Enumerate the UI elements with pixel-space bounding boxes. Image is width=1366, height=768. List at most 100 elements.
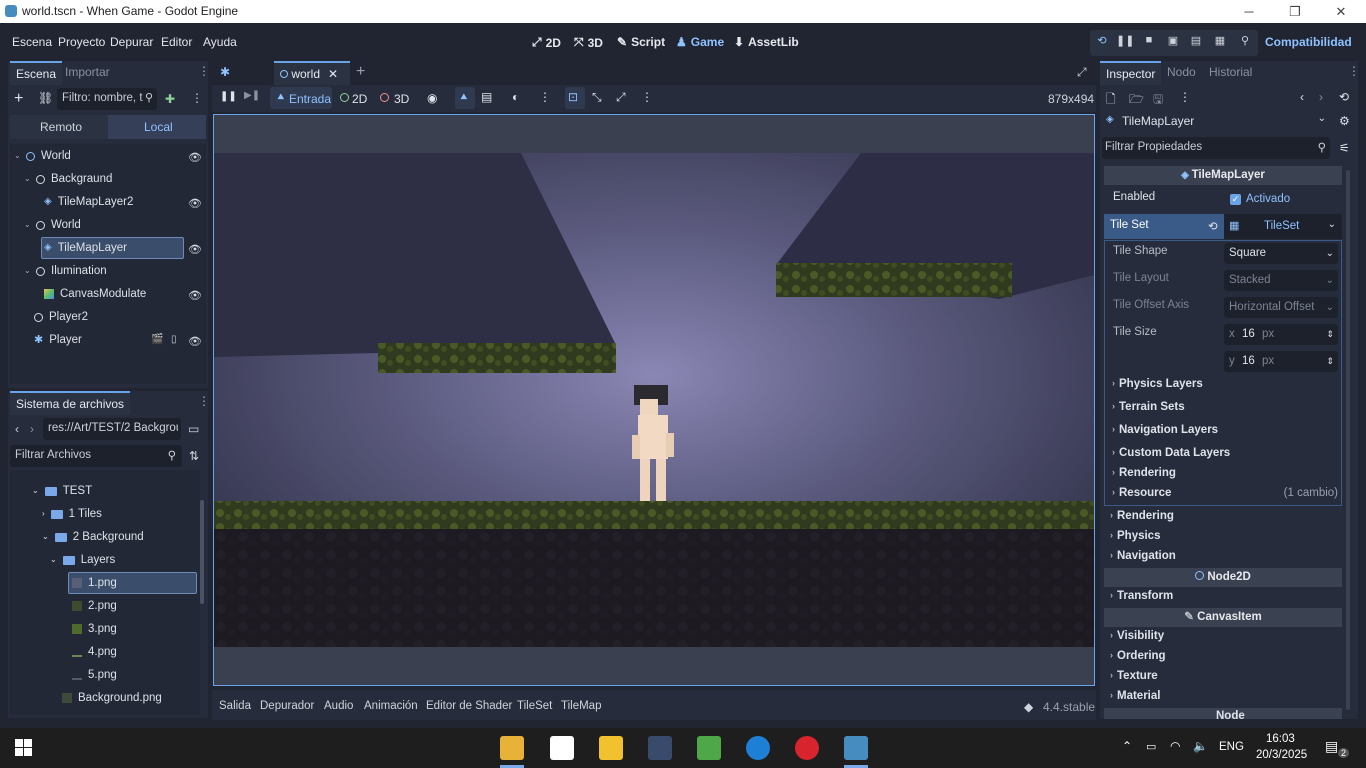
collapse-arrow-icon[interactable]: ⌄ bbox=[50, 549, 57, 571]
object-properties-icon[interactable]: ⚙ bbox=[1339, 114, 1350, 128]
movie-icon[interactable]: ▦ bbox=[1212, 34, 1228, 50]
workspace-script[interactable]: ✎ Script bbox=[617, 35, 665, 49]
split-mode-icon[interactable]: ▭ bbox=[188, 422, 199, 436]
fs-file-1-png[interactable]: 1.png bbox=[72, 572, 117, 594]
inspector-scrollbar[interactable] bbox=[1346, 170, 1350, 710]
section-visibility[interactable]: › Visibility bbox=[1104, 627, 1342, 647]
tab-audio[interactable]: Audio bbox=[324, 700, 353, 712]
section-tileset-rendering[interactable]: › Rendering bbox=[1104, 464, 1342, 484]
next-frame-icon[interactable]: ▶❚ bbox=[244, 90, 260, 101]
select-tool-icon[interactable]: ⯅ bbox=[459, 90, 469, 105]
menu-editor[interactable]: Editor bbox=[161, 35, 192, 49]
scene-filter-input[interactable]: Filtro: nombre, t ⚲ bbox=[57, 88, 157, 110]
opera-browser-icon[interactable] bbox=[795, 736, 819, 760]
section-navigation-layers[interactable]: › Navigation Layers bbox=[1104, 421, 1342, 441]
section-terrain-sets[interactable]: › Terrain Sets bbox=[1104, 398, 1342, 418]
path-field[interactable]: res://Art/TEST/2 Backgroun bbox=[43, 418, 181, 440]
file-filter-input[interactable]: Filtrar Archivos ⚲ bbox=[10, 445, 182, 467]
tab-inspector[interactable]: Inspector bbox=[1100, 61, 1162, 85]
fullscreen-icon[interactable]: ⤢ bbox=[616, 90, 626, 105]
tray-chevron-up-icon[interactable]: ⌃ bbox=[1122, 739, 1132, 753]
tree-node-player[interactable]: ✱ Player bbox=[34, 329, 204, 351]
renderer-label[interactable]: Compatibilidad bbox=[1265, 35, 1352, 49]
embed-window-icon[interactable]: ⊡ bbox=[568, 90, 578, 104]
filter-settings-icon[interactable]: ⚟ bbox=[1339, 141, 1350, 155]
property-filter-input[interactable]: Filtrar Propiedades ⚲ bbox=[1102, 137, 1330, 159]
sims-app-icon[interactable] bbox=[697, 736, 721, 760]
tree-node-world[interactable]: ⌄ World bbox=[24, 214, 204, 236]
update-spinner-icon[interactable]: ◆ bbox=[1024, 700, 1033, 714]
checkbox-checked-icon[interactable]: ✓ bbox=[1230, 194, 1241, 205]
scene-options-icon[interactable]: ⋮ bbox=[191, 91, 203, 105]
menu-proyecto[interactable]: Proyecto bbox=[58, 35, 105, 49]
collapse-arrow-icon[interactable]: ⌄ bbox=[14, 145, 26, 167]
tab-salida[interactable]: Salida bbox=[219, 700, 251, 712]
collapse-arrow-icon[interactable]: ⌄ bbox=[24, 214, 36, 236]
fs-folder-1-tiles[interactable]: › 1 Tiles bbox=[42, 503, 102, 525]
tree-node-player2[interactable]: Player2 bbox=[34, 306, 204, 328]
collapse-arrow-icon[interactable]: ⌄ bbox=[32, 480, 39, 502]
local-button[interactable]: Local bbox=[144, 120, 173, 134]
tree-node-canvasmodulate[interactable]: CanvasModulate bbox=[44, 283, 204, 305]
close-button[interactable]: ✕ bbox=[1318, 0, 1364, 23]
clock-date[interactable]: 20/3/2025 bbox=[1256, 749, 1307, 761]
section-custom-data-layers[interactable]: › Custom Data Layers bbox=[1104, 444, 1342, 464]
tab-historial[interactable]: Historial bbox=[1203, 61, 1258, 85]
collapse-arrow-icon[interactable]: ⌄ bbox=[42, 526, 49, 548]
remote-debug-icon[interactable]: ▣ bbox=[1165, 34, 1181, 50]
link-icon[interactable]: ⛓ bbox=[38, 91, 53, 105]
expand-arrow-icon[interactable]: › bbox=[42, 503, 45, 525]
section-resource[interactable]: › Resource (1 cambio) bbox=[1104, 484, 1342, 504]
close-tab-icon[interactable]: ✕ bbox=[328, 67, 338, 81]
volume-icon[interactable]: 🔈 bbox=[1193, 739, 1208, 753]
section-physics[interactable]: › Physics bbox=[1104, 527, 1342, 547]
chevron-down-icon[interactable]: ⌄ bbox=[1328, 219, 1336, 230]
remote-button[interactable]: Remoto bbox=[40, 120, 82, 134]
visibility-eye-icon[interactable]: 👁 bbox=[188, 335, 202, 348]
tab-importar[interactable]: Importar bbox=[59, 61, 116, 85]
mode-2d-button[interactable]: 2D bbox=[352, 92, 367, 106]
tab-escena[interactable]: Escena bbox=[10, 61, 63, 85]
history-icon[interactable]: ⟲ bbox=[1339, 90, 1349, 104]
scene-tab-world[interactable]: world ✕ bbox=[274, 61, 350, 85]
list-select-icon[interactable]: ▤ bbox=[481, 90, 492, 104]
save-resource-icon[interactable]: 🖫 bbox=[1153, 90, 1163, 111]
tile-shape-dropdown[interactable]: Square ⌄ bbox=[1224, 243, 1338, 264]
tab-animacion[interactable]: Animación bbox=[364, 700, 418, 712]
game-viewport[interactable] bbox=[213, 114, 1095, 686]
distraction-free-icon[interactable]: ⤢ bbox=[1077, 65, 1087, 80]
fs-folder-test[interactable]: ⌄ TEST bbox=[32, 480, 92, 502]
section-transform[interactable]: › Transform bbox=[1104, 587, 1342, 607]
visibility-eye-icon[interactable]: 👁 bbox=[188, 243, 202, 256]
tab-shader-editor[interactable]: Editor de Shader bbox=[426, 700, 512, 712]
tree-node-tilemaplayer2[interactable]: ◈ TileMapLayer2 bbox=[44, 191, 204, 213]
instance-icon[interactable]: 🎬 bbox=[151, 334, 163, 345]
fit-icon[interactable]: ⤡ bbox=[592, 90, 602, 105]
dock-menu-icon[interactable]: ⋮ bbox=[198, 64, 210, 78]
godot-app-icon[interactable] bbox=[844, 736, 868, 760]
more-options-icon[interactable]: ⋮ bbox=[539, 90, 551, 104]
attach-script-icon[interactable]: ✚ bbox=[165, 92, 175, 106]
workspace-assetlib[interactable]: ⬇ AssetLib bbox=[734, 35, 799, 49]
section-texture[interactable]: › Texture bbox=[1104, 667, 1342, 687]
script-attached-icon[interactable]: ▯ bbox=[171, 334, 177, 345]
pause-game-icon[interactable]: ❚❚ bbox=[220, 91, 237, 102]
player-app-icon[interactable] bbox=[599, 736, 623, 760]
file-tree-scrollbar[interactable] bbox=[200, 500, 204, 604]
tile-layout-dropdown[interactable]: Stacked ⌄ bbox=[1224, 270, 1338, 291]
menu-escena[interactable]: Escena bbox=[12, 35, 52, 49]
workspace-game[interactable]: ♟ Game bbox=[676, 35, 724, 49]
tab-depurador[interactable]: Depurador bbox=[260, 700, 314, 712]
add-node-icon[interactable]: + bbox=[14, 90, 23, 108]
spinner-icon[interactable]: ⇕ bbox=[1326, 351, 1334, 372]
reload-icon[interactable]: ⟲ bbox=[1094, 34, 1110, 50]
dock-menu-icon[interactable]: ⋮ bbox=[1348, 64, 1360, 78]
collapse-arrow-icon[interactable]: ⌄ bbox=[24, 260, 36, 282]
section-physics-layers[interactable]: › Physics Layers bbox=[1104, 375, 1342, 395]
section-rendering[interactable]: › Rendering bbox=[1104, 507, 1342, 527]
scene-tab-player[interactable]: ✱ player bbox=[214, 61, 270, 101]
section-material[interactable]: › Material bbox=[1104, 687, 1342, 707]
sort-icon[interactable]: ⇅ bbox=[189, 449, 199, 463]
clock-time[interactable]: 16:03 bbox=[1266, 733, 1295, 745]
minimize-button[interactable]: ─ bbox=[1226, 0, 1272, 23]
